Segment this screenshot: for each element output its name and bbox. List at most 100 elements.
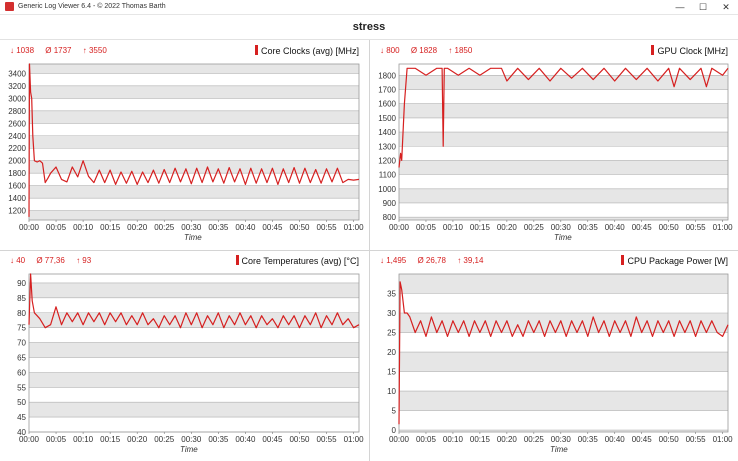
x-tick-label: 00:10 bbox=[73, 223, 94, 232]
grid-band bbox=[29, 185, 359, 199]
stat-max: ↑ 3550 bbox=[82, 46, 107, 55]
chart-title: Core Temperatures (avg) [°C] bbox=[235, 255, 359, 266]
y-tick-label: 70 bbox=[17, 339, 26, 348]
grid-band bbox=[29, 342, 359, 358]
chart-title-text: GPU Clock [MHz] bbox=[657, 46, 728, 56]
x-tick-label: 00:00 bbox=[389, 435, 410, 444]
grid-band bbox=[29, 372, 359, 388]
log-title-banner: stress bbox=[0, 15, 738, 40]
x-tick-label: 00:05 bbox=[416, 223, 437, 232]
chart-title-text: Core Clocks (avg) [MHz] bbox=[260, 46, 359, 56]
y-tick-label: 20 bbox=[387, 348, 396, 357]
x-tick-label: 00:20 bbox=[497, 223, 518, 232]
stats-bar: ↓ 40 Ø 77,36 ↑ 93 bbox=[10, 256, 100, 265]
x-tick-label: 00:40 bbox=[235, 223, 256, 232]
x-axis-label: Time bbox=[180, 445, 198, 454]
x-tick-label: 00:45 bbox=[632, 435, 653, 444]
x-tick-label: 00:55 bbox=[686, 435, 707, 444]
x-tick-label: 01:00 bbox=[344, 223, 365, 232]
x-tick-label: 01:00 bbox=[713, 435, 734, 444]
grid-band bbox=[29, 402, 359, 418]
close-button[interactable]: ✕ bbox=[715, 0, 737, 14]
y-tick-label: 25 bbox=[387, 329, 396, 338]
x-tick-label: 00:30 bbox=[181, 435, 202, 444]
chart-plot-area[interactable]: 800 900 1000 1100 1200 1300 1400 1500 1600 1700 18… bbox=[370, 62, 738, 238]
x-tick-label: 00:45 bbox=[262, 435, 283, 444]
x-tick-label: 00:20 bbox=[497, 435, 518, 444]
x-tick-label: 00:50 bbox=[659, 435, 680, 444]
minimize-button[interactable]: — bbox=[669, 0, 691, 14]
x-tick-label: 00:00 bbox=[389, 223, 410, 232]
x-axis-label: Time bbox=[184, 233, 202, 242]
x-tick-label: 00:55 bbox=[317, 435, 338, 444]
stat-avg: Ø 26,78 bbox=[417, 256, 446, 265]
grid-band bbox=[29, 123, 359, 136]
grid-band bbox=[399, 293, 728, 314]
y-tick-label: 35 bbox=[387, 290, 396, 299]
grid-band bbox=[399, 391, 728, 411]
y-tick-label: 3000 bbox=[8, 94, 26, 103]
y-tick-label: 15 bbox=[387, 368, 396, 377]
y-tick-label: 1700 bbox=[378, 86, 396, 95]
y-tick-label: 2800 bbox=[8, 107, 26, 116]
x-tick-label: 00:45 bbox=[262, 223, 283, 232]
stat-max: ↑ 39,14 bbox=[457, 256, 484, 265]
x-tick-label: 00:20 bbox=[127, 223, 148, 232]
grid-band bbox=[29, 98, 359, 111]
grid-band bbox=[29, 85, 359, 99]
y-tick-label: 900 bbox=[383, 199, 397, 208]
x-tick-label: 00:00 bbox=[19, 435, 40, 444]
y-tick-label: 80 bbox=[17, 309, 26, 318]
x-tick-label: 00:50 bbox=[289, 435, 310, 444]
x-tick-label: 00:25 bbox=[524, 223, 545, 232]
x-axis-label: Time bbox=[550, 445, 568, 454]
chart-title-text: Core Temperatures (avg) [°C] bbox=[241, 256, 359, 266]
x-tick-label: 00:20 bbox=[127, 435, 148, 444]
maximize-button[interactable]: ☐ bbox=[692, 0, 714, 14]
legend-swatch bbox=[254, 45, 258, 55]
stat-min: ↓ 800 bbox=[380, 46, 400, 55]
window-titlebar: Generic Log Viewer 6.4 - © 2022 Thomas B… bbox=[0, 0, 738, 15]
x-tick-label: 00:40 bbox=[235, 435, 256, 444]
chart-panel-core-temperatures[interactable]: ↓ 40 Ø 77,36 ↑ 93 Core Temperatures (avg… bbox=[0, 251, 369, 461]
chart-title-text: CPU Package Power [W] bbox=[627, 256, 728, 266]
x-tick-label: 00:25 bbox=[154, 223, 175, 232]
x-tick-label: 00:10 bbox=[443, 435, 464, 444]
chart-panel-core-clocks[interactable]: ↓ 1038 Ø 1737 ↑ 3550 Core Clocks (avg) [… bbox=[0, 41, 369, 250]
y-tick-label: 0 bbox=[392, 426, 397, 435]
chart-plot-area[interactable]: 0 5 10 15 20 25 30 35 00:00 00:05 00:10 00:15 00:20 0… bbox=[370, 272, 738, 450]
y-tick-label: 1600 bbox=[378, 100, 396, 109]
grid-band bbox=[29, 282, 359, 298]
y-tick-label: 85 bbox=[17, 294, 26, 303]
stat-min: ↓ 1038 bbox=[10, 46, 35, 55]
grid-band bbox=[399, 117, 728, 133]
y-tick-label: 60 bbox=[17, 368, 26, 377]
x-tick-label: 00:45 bbox=[632, 223, 653, 232]
stats-bar: ↓ 1,495 Ø 26,78 ↑ 39,14 bbox=[380, 256, 492, 265]
grid-band bbox=[399, 146, 728, 161]
x-tick-label: 00:30 bbox=[181, 223, 202, 232]
y-tick-label: 2400 bbox=[8, 132, 26, 141]
grid-band bbox=[399, 202, 728, 218]
chart-panel-gpu-clock[interactable]: ↓ 800 Ø 1828 ↑ 1850 GPU Clock [MHz] 800 9… bbox=[370, 41, 738, 250]
x-tick-label: 00:15 bbox=[100, 435, 121, 444]
x-tick-label: 00:05 bbox=[46, 435, 67, 444]
x-tick-label: 00:30 bbox=[551, 223, 572, 232]
stat-avg: Ø 1737 bbox=[45, 46, 72, 55]
y-tick-label: 1100 bbox=[379, 171, 397, 180]
y-tick-label: 1000 bbox=[378, 185, 396, 194]
stat-avg: Ø 1828 bbox=[410, 46, 438, 55]
x-tick-label: 00:10 bbox=[443, 223, 464, 232]
chart-plot-area[interactable]: 1200 1400 1600 1800 2000 2200 2400 2600 2800 3000… bbox=[0, 62, 369, 238]
y-tick-label: 2200 bbox=[8, 144, 26, 153]
chart-panel-cpu-package-power[interactable]: ↓ 1,495 Ø 26,78 ↑ 39,14 CPU Package Powe… bbox=[370, 251, 738, 461]
x-tick-label: 00:30 bbox=[551, 435, 572, 444]
grid-band bbox=[29, 297, 359, 313]
y-tick-label: 1200 bbox=[378, 156, 396, 165]
chart-plot-area[interactable]: 404550556065707580859000:00 00:05 00:10 00:… bbox=[0, 272, 369, 450]
grid-band bbox=[399, 217, 728, 220]
y-tick-label: 1200 bbox=[8, 207, 26, 216]
y-tick-label: 75 bbox=[17, 324, 26, 333]
legend-swatch bbox=[651, 45, 655, 55]
grid-band bbox=[399, 274, 728, 294]
